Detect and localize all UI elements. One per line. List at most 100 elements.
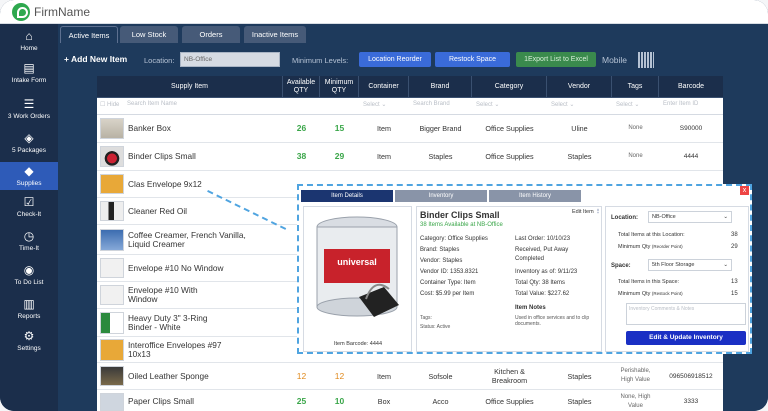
item-name[interactable]: Envelope #10 No Window xyxy=(124,255,224,281)
sidebar-item-home[interactable]: ⌂ Home xyxy=(0,30,58,58)
hide-checkbox[interactable]: ☐ Hide xyxy=(100,101,119,112)
item-name[interactable]: Cleaner Red Oil xyxy=(124,198,283,224)
container: Box xyxy=(377,397,391,406)
barcode: S90000 xyxy=(679,125,703,132)
restock-space-button[interactable]: Restock Space xyxy=(435,52,510,67)
column-header[interactable]: Barcode xyxy=(659,76,723,98)
edit-update-inventory-button[interactable]: Edit & Update Inventory xyxy=(626,331,746,345)
item-thumbnail xyxy=(100,146,124,167)
column-header[interactable]: Container xyxy=(359,76,409,98)
min-qty-restock-value: 15 xyxy=(731,291,738,297)
product-image: universal xyxy=(316,216,399,317)
category-select[interactable]: Select ⌄ xyxy=(476,101,499,112)
item-name[interactable]: Paper Clips Small xyxy=(124,390,283,411)
brand-field: Brand: Staples xyxy=(420,247,460,253)
add-new-item-button[interactable]: + Add New Item xyxy=(64,54,127,64)
available-qty: 26 xyxy=(296,123,307,133)
tags: Perishable, High Value xyxy=(620,368,651,383)
sidebar-item-intake-form[interactable]: ▤ Intake Form xyxy=(0,62,58,94)
table-header: Supply Item Available QTY Minimum QTY Co… xyxy=(97,76,723,98)
item-name[interactable]: Interoffice Envelopes #97 10x13 xyxy=(124,337,224,362)
tab-low-stock[interactable]: Low Stock xyxy=(120,26,178,43)
sidebar-item-work-orders[interactable]: ☰ 3 Work Orders xyxy=(0,98,58,126)
sidebar-item-to-do-list[interactable]: ◉ To Do List xyxy=(0,264,58,292)
column-header[interactable]: Tags xyxy=(612,76,659,98)
close-icon[interactable]: x xyxy=(740,186,749,195)
sidebar-item-reports[interactable]: ▥ Reports xyxy=(0,298,58,326)
column-header[interactable]: Brand xyxy=(409,76,472,98)
popup-tab-item-history[interactable]: Item History xyxy=(489,190,581,202)
item-thumbnail xyxy=(100,229,124,251)
item-name[interactable]: Binder Clips Small xyxy=(124,143,283,170)
category: Kitchen & Breakroom xyxy=(491,367,528,385)
popup-tab-item-details[interactable]: Item Details xyxy=(301,190,393,202)
tab-orders[interactable]: Orders xyxy=(182,26,240,43)
item-name[interactable]: Envelope #10 With Window xyxy=(124,282,224,308)
popup-tab-inventory[interactable]: Inventory xyxy=(395,190,487,202)
table-row[interactable]: Paper Clips Small 25 10 Box Acco Office … xyxy=(97,390,723,411)
search-item-name-input[interactable]: Search Item Name xyxy=(127,101,277,112)
location-input[interactable]: NB-Office xyxy=(180,52,280,67)
column-header[interactable]: Available QTY xyxy=(283,76,320,98)
item-name[interactable]: Banker Box xyxy=(124,115,283,142)
table-row[interactable]: Oiled Leather Sponge 12 12 Item Sofsole … xyxy=(97,363,723,390)
tab-inactive-items[interactable]: Inactive Items xyxy=(244,26,306,43)
item-thumbnail xyxy=(100,366,124,386)
chevron-down-icon: ⌄ xyxy=(723,262,728,268)
edit-item-button[interactable]: Edit Item ⋮ xyxy=(572,209,601,215)
location-label: Location: xyxy=(144,56,175,65)
column-header[interactable]: Supply Item xyxy=(97,76,283,98)
vendor-select[interactable]: Select ⌄ xyxy=(551,101,574,112)
total-qty: Total Qty: 38 Items xyxy=(515,280,566,286)
item-thumbnail xyxy=(100,118,124,139)
table-row[interactable]: Banker Box 26 15 Item Bigger Brand Offic… xyxy=(97,115,723,143)
available-qty: 25 xyxy=(296,396,307,406)
search-brand-input[interactable]: Search Brand xyxy=(413,101,450,112)
sidebar-item-time-it[interactable]: ◷ Time-It xyxy=(0,230,58,258)
item-barcode-label: Item Barcode: 4444 xyxy=(334,341,383,347)
product-brand-text: universal xyxy=(337,257,377,267)
top-bar: FirmName xyxy=(0,0,768,24)
export-excel-button[interactable]: 1Export List to Excel xyxy=(516,52,596,67)
minimum-qty: 15 xyxy=(334,123,345,133)
sidebar-item-packages[interactable]: ◈ 5 Packages xyxy=(0,132,58,160)
item-name[interactable]: Oiled Leather Sponge xyxy=(124,363,283,389)
sidebar-item-check-it[interactable]: ☑ Check-It xyxy=(0,196,58,224)
location-label: Location: xyxy=(611,215,638,221)
sidebar-item-settings[interactable]: ⚙ Settings xyxy=(0,330,58,358)
gear-icon: ⚙ xyxy=(23,329,35,343)
minimum-levels-label: Minimum Levels: xyxy=(292,56,349,65)
tags: None, High Value xyxy=(620,393,651,409)
popup-location-select[interactable]: NB-Office ⌄ xyxy=(648,211,732,223)
column-header[interactable]: Category xyxy=(472,76,547,98)
table-row[interactable]: Binder Clips Small 38 29 Item Staples Of… xyxy=(97,143,723,171)
search-item-id-input[interactable]: Enter Item ID xyxy=(663,101,698,112)
tags: None xyxy=(628,153,643,159)
total-space-value: 13 xyxy=(731,279,738,285)
container-field: Container Type: Item xyxy=(420,280,476,286)
location-reorder-button[interactable]: Location Reorder xyxy=(359,52,431,67)
checkbox-icon: ☑ xyxy=(23,195,35,209)
tags-select[interactable]: Select ⌄ xyxy=(616,101,639,112)
item-name[interactable]: Coffee Creamer, French Vanilla, Liquid C… xyxy=(124,225,254,254)
sidebar-item-supplies[interactable]: ◆ Supplies xyxy=(0,162,58,190)
vendor: Uline xyxy=(571,124,588,133)
tab-active-items[interactable]: Active Items xyxy=(60,26,118,43)
list-icon: ☰ xyxy=(23,97,35,111)
vendor: Staples xyxy=(567,371,592,381)
column-header[interactable]: Vendor xyxy=(547,76,612,98)
available-qty: 38 xyxy=(296,151,307,161)
item-name[interactable]: Heavy Duty 3" 3-Ring Binder - White xyxy=(124,309,224,336)
popup-space-select[interactable]: 5th Floor Storage ⌄ xyxy=(648,259,732,271)
status-field: Status: Active xyxy=(420,324,451,330)
vendor-field: Vendor: Staples xyxy=(420,258,463,264)
item-thumbnail xyxy=(100,258,124,278)
column-header[interactable]: Minimum QTY xyxy=(320,76,359,98)
min-qty-label: Minimum Qty (Reorder Point) xyxy=(618,244,683,250)
item-name[interactable]: Clas Envelope 9x12 xyxy=(124,171,283,197)
container-select[interactable]: Select ⌄ xyxy=(363,101,386,112)
qr-code-icon[interactable] xyxy=(638,52,654,68)
category: Office Supplies xyxy=(485,397,534,406)
tag-icon: ◆ xyxy=(24,164,34,178)
inventory-comments-textarea[interactable]: Inventory Comments & Notes xyxy=(626,303,746,325)
